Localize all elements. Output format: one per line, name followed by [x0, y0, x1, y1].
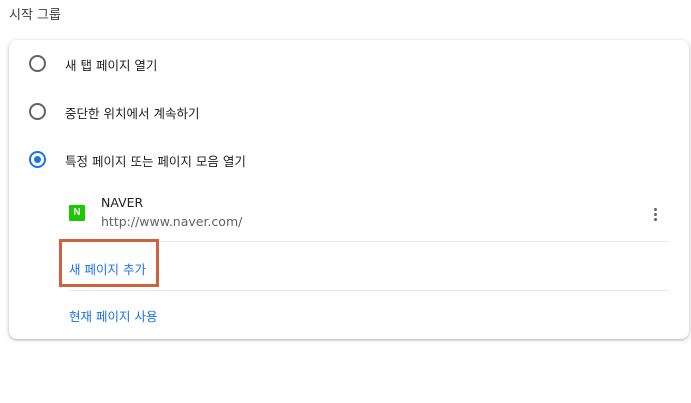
- radio-button-checked[interactable]: [29, 151, 46, 168]
- startup-page-entry: N NAVER http://www.naver.com/: [69, 190, 669, 240]
- radio-option-specific-pages[interactable]: 특정 페이지 또는 페이지 모음 열기: [9, 136, 689, 184]
- radio-label: 특정 페이지 또는 페이지 모음 열기: [65, 154, 246, 169]
- divider: [69, 290, 669, 291]
- radio-button[interactable]: [29, 55, 46, 72]
- divider: [69, 241, 669, 242]
- more-vert-icon[interactable]: [643, 202, 667, 226]
- radio-option-continue[interactable]: 중단한 위치에서 계속하기: [9, 88, 689, 136]
- dot: [653, 217, 657, 221]
- highlight-box: [59, 239, 159, 287]
- radio-button[interactable]: [29, 103, 46, 120]
- startup-card: 새 탭 페이지 열기 중단한 위치에서 계속하기 특정 페이지 또는 페이지 모…: [9, 40, 689, 339]
- radio-option-new-tab[interactable]: 새 탭 페이지 열기: [9, 40, 689, 88]
- dot: [653, 212, 657, 216]
- radio-label: 새 탭 페이지 열기: [65, 58, 158, 73]
- naver-favicon-icon: N: [69, 205, 85, 221]
- use-current-pages-link[interactable]: 현재 페이지 사용: [69, 306, 157, 325]
- section-title: 시작 그룹: [9, 8, 61, 23]
- site-name: NAVER: [101, 195, 144, 210]
- site-url: http://www.naver.com/: [101, 214, 243, 229]
- radio-label: 중단한 위치에서 계속하기: [65, 106, 200, 121]
- dot: [653, 207, 657, 211]
